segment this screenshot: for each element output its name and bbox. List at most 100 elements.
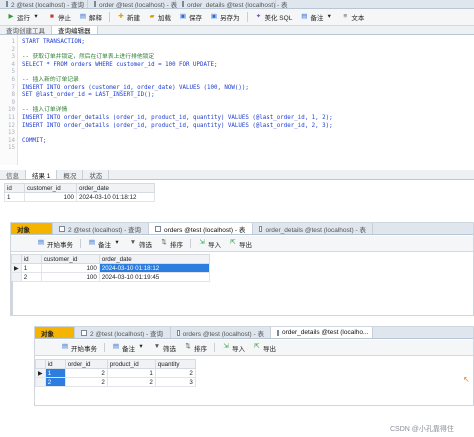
note-button[interactable]: ▤ 备注 ▾ — [85, 236, 124, 251]
new-button[interactable]: ✚ 新建 — [114, 9, 143, 25]
filter-button[interactable]: ▼ 筛选 — [126, 236, 155, 251]
export-button[interactable]: ⇱ 导出 — [250, 340, 279, 355]
table-icon — [277, 329, 279, 336]
table-row[interactable]: 2 100 2024-03-10 01:19:45 — [11, 272, 210, 282]
tab-order-details-table[interactable]: order_details @test (localho... — [271, 327, 373, 338]
orders-table: id customer_id order_date ▶ 1 100 2024-0… — [11, 254, 210, 282]
table-cell[interactable]: 2 — [154, 368, 196, 378]
table-cell[interactable]: 2 — [20, 272, 42, 282]
export-button[interactable]: ⇱ 导出 — [226, 236, 255, 251]
panel-edge — [11, 281, 13, 315]
table-row[interactable]: 2 2 2 3 — [35, 377, 196, 387]
mouse-cursor-icon: ↖ — [463, 375, 470, 384]
table-cell-selected[interactable]: 2 — [44, 377, 66, 387]
column-header[interactable]: id — [4, 183, 25, 193]
import-icon: ⇲ — [199, 239, 205, 247]
line-number: 7 — [11, 84, 16, 91]
toolbar-divider — [246, 12, 248, 22]
tab-query-builder[interactable]: 查询创建工具 — [0, 26, 52, 34]
note-icon: ▤ — [301, 12, 308, 20]
table-cell-selected[interactable]: 1 — [44, 368, 66, 378]
save-as-button[interactable]: ▣ 另存为 — [207, 9, 243, 25]
table-cell-selected[interactable]: 2024-03-10 01:18:12 — [98, 263, 210, 273]
orders-grid[interactable]: id customer_id order_date ▶ 1 100 2024-0… — [11, 254, 210, 282]
note-button[interactable]: ▤ 备注 ▾ — [109, 340, 148, 355]
table-row[interactable]: 1 100 2024-03-10 01:18:12 — [4, 192, 155, 202]
explain-icon: ▤ — [79, 12, 87, 20]
tab-query[interactable]: 2 @test (localhost) - 查询 — [75, 327, 171, 338]
table-cell[interactable]: 100 — [40, 263, 100, 273]
column-header[interactable]: order_date — [76, 183, 155, 193]
line-number: 14 — [8, 137, 15, 144]
table-row[interactable]: ▶ 1 100 2024-03-10 01:18:12 — [11, 263, 210, 273]
column-header[interactable]: order_id — [64, 359, 108, 369]
run-button[interactable]: ▶ 运行 ▾ — [4, 9, 43, 25]
folder-icon: ▰ — [149, 12, 155, 20]
explain-button[interactable]: ▤ 解释 — [76, 9, 105, 25]
begin-transaction-button[interactable]: ▤ 开始事务 — [39, 340, 100, 355]
chevron-down-icon: ▾ — [115, 239, 119, 247]
result-table: id customer_id order_date 1 100 2024-03-… — [4, 183, 155, 202]
sort-button[interactable]: ⇅ 排序 — [181, 340, 210, 355]
editor-subtabs: 查询创建工具 查询编辑器 — [0, 26, 474, 35]
tab-orders-table[interactable]: order @test (localhost) - 表 — [88, 0, 177, 8]
table-cell[interactable]: 2024-03-10 01:18:12 — [76, 192, 155, 202]
column-header[interactable]: order_date — [98, 254, 210, 264]
table-icon — [259, 225, 263, 232]
load-button[interactable]: ▰ 加载 — [145, 9, 174, 25]
column-header[interactable]: customer_id — [24, 183, 77, 193]
tab-profile[interactable]: 概况 — [57, 170, 84, 179]
save-button[interactable]: ▣ 保存 — [176, 9, 205, 25]
filter-button[interactable]: ▼ 筛选 — [150, 340, 179, 355]
table-cell[interactable]: 2 — [64, 377, 108, 387]
stop-button[interactable]: ■ 停止 — [45, 9, 74, 25]
tab-query[interactable]: 2 @test (localhost) - 查询 — [0, 0, 88, 8]
tab-status[interactable]: 状态 — [83, 170, 110, 179]
tab-query-editor[interactable]: 查询编辑器 — [52, 26, 98, 34]
column-header[interactable]: customer_id — [40, 254, 100, 264]
toolbar-divider — [80, 239, 81, 248]
tab-order-details-table[interactable]: order_details @test (localhost) - 表 — [176, 0, 288, 8]
sort-button[interactable]: ⇅ 排序 — [157, 236, 186, 251]
tab-objects[interactable]: 对象 — [35, 327, 75, 338]
column-header[interactable]: product_id — [106, 359, 156, 369]
tab-order-details-table[interactable]: order_details @test (localhost) - 表 — [253, 223, 373, 234]
line-number: 3 — [11, 54, 16, 61]
row-marker — [35, 377, 46, 387]
table-cell[interactable]: 100 — [24, 192, 77, 202]
text-button[interactable]: ≡ 文本 — [338, 9, 367, 25]
begin-transaction-button[interactable]: ▤ 开始事务 — [15, 236, 76, 251]
beautify-sql-button[interactable]: ✦ 美化 SQL — [252, 9, 296, 25]
result-grid[interactable]: id customer_id order_date 1 100 2024-03-… — [4, 183, 155, 202]
table-row[interactable]: ▶ 1 2 1 2 — [35, 368, 196, 378]
order-details-grid[interactable]: id order_id product_id quantity ▶ 1 2 1 … — [35, 359, 196, 387]
code-comment: -- 插入新的订单记录 — [22, 77, 79, 83]
play-icon: ▶ — [8, 12, 14, 20]
table-cell[interactable]: 3 — [154, 377, 196, 387]
table-cell[interactable]: 1 — [4, 192, 25, 202]
query-icon — [6, 1, 8, 7]
table-header-row: id customer_id order_date — [11, 254, 210, 264]
column-header[interactable]: quantity — [154, 359, 196, 369]
line-number: 5 — [11, 69, 16, 76]
column-header[interactable]: id — [20, 254, 42, 264]
import-button[interactable]: ⇲ 导入 — [195, 236, 224, 251]
note-button[interactable]: ▤ 备注 ▾ — [297, 9, 336, 25]
column-header-selected[interactable]: id — [44, 359, 66, 369]
tab-orders-table[interactable]: orders @test (localhost) - 表 — [171, 327, 271, 338]
import-button[interactable]: ⇲ 导入 — [219, 340, 248, 355]
tab-info[interactable]: 信息 — [0, 170, 26, 179]
table-cell[interactable]: 1 — [20, 263, 42, 273]
table-cell[interactable]: 2 — [64, 368, 108, 378]
code-line: INSERT INTO order_details (order_id, pro… — [22, 122, 333, 129]
tab-result-1[interactable]: 结果 1 — [26, 170, 58, 179]
tab-orders-table[interactable]: orders @test (localhost) - 表 — [149, 223, 253, 234]
table-cell[interactable]: 1 — [106, 368, 156, 378]
line-number: 12 — [8, 122, 15, 129]
tab-objects[interactable]: 对象 — [11, 223, 53, 234]
table-cell[interactable]: 2 — [106, 377, 156, 387]
sql-editor[interactable]: 1 2 3 4 5 6 7 8 9 10 11 12 13 14 15 STAR… — [0, 35, 474, 165]
tab-query[interactable]: 2 @test (localhost) - 查询 — [53, 223, 149, 234]
table-cell[interactable]: 2024-03-10 01:19:45 — [98, 272, 210, 282]
table-cell[interactable]: 100 — [40, 272, 100, 282]
